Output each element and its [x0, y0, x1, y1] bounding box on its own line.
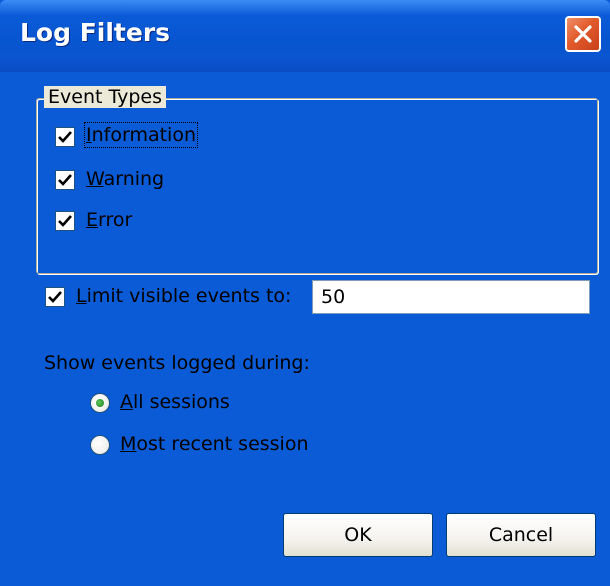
- all-sessions-label[interactable]: All sessions: [120, 391, 230, 413]
- check-icon: [58, 131, 72, 143]
- selected-dot-icon: [96, 399, 104, 407]
- ok-button[interactable]: OK: [283, 513, 433, 557]
- information-checkbox[interactable]: [55, 127, 75, 147]
- limit-label[interactable]: Limit visible events to:: [76, 285, 291, 307]
- limit-events-input[interactable]: [312, 280, 590, 314]
- most-recent-session-label[interactable]: Most recent session: [120, 433, 309, 455]
- most-recent-session-radio[interactable]: [90, 435, 110, 455]
- check-icon: [58, 174, 72, 186]
- warning-checkbox[interactable]: [55, 170, 75, 190]
- title-bar[interactable]: Log Filters: [0, 0, 610, 72]
- cancel-button[interactable]: Cancel: [446, 513, 596, 557]
- close-button[interactable]: [565, 16, 601, 52]
- information-label[interactable]: Information: [84, 122, 198, 148]
- error-label[interactable]: Error: [86, 209, 132, 231]
- show-events-label: Show events logged during:: [44, 352, 310, 374]
- close-icon: [574, 25, 592, 43]
- event-types-legend: Event Types: [44, 86, 167, 108]
- check-icon: [58, 215, 72, 227]
- error-checkbox[interactable]: [55, 211, 75, 231]
- limit-checkbox[interactable]: [45, 287, 65, 307]
- window-title: Log Filters: [20, 18, 171, 47]
- all-sessions-radio[interactable]: [90, 393, 110, 413]
- warning-label[interactable]: Warning: [86, 168, 164, 190]
- check-icon: [48, 291, 62, 303]
